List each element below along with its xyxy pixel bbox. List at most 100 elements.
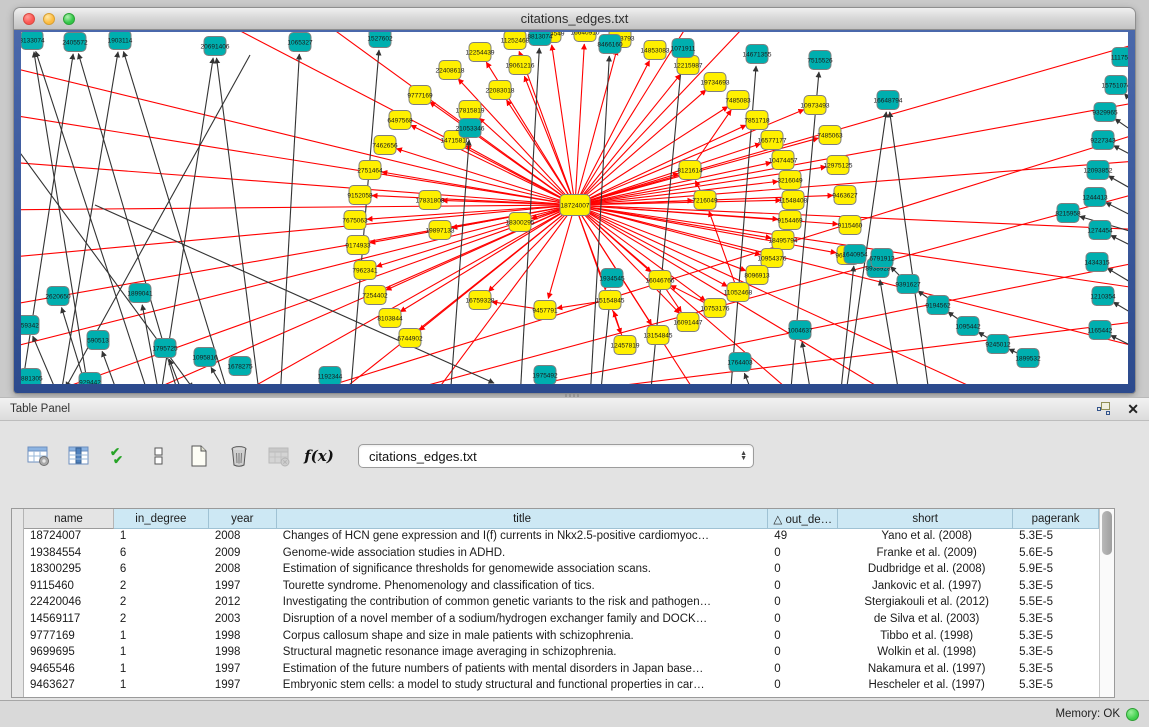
table-row[interactable]: 1830029562008Estimation of significance … xyxy=(24,562,1099,579)
table-cell-pagerank[interactable]: 5.5E-5 xyxy=(1013,595,1099,612)
delete-column-icon[interactable] xyxy=(226,443,252,469)
table-cell-year[interactable]: 1998 xyxy=(209,645,277,662)
table-cell-title[interactable]: Investigating the contribution of common… xyxy=(277,595,769,612)
table-row[interactable]: 1456911722003Disruption of a novel membe… xyxy=(24,612,1099,629)
column-header-title[interactable]: title xyxy=(277,509,769,529)
citation-network-graph[interactable]: 9777169649756874626562751464915205876750… xyxy=(21,32,1128,384)
table-cell-in_degree[interactable]: 1 xyxy=(114,645,209,662)
table-cell-short[interactable]: Wolkin et al. (1998) xyxy=(838,645,1013,662)
table-cell-title[interactable]: Disruption of a novel member of a sodium… xyxy=(277,612,769,629)
float-panel-icon[interactable] xyxy=(1097,402,1113,416)
table-row[interactable]: 911546021997Tourette syndrome. Phenomeno… xyxy=(24,579,1099,596)
table-cell-pagerank[interactable]: 5.3E-5 xyxy=(1013,529,1099,546)
table-cell-in_degree[interactable]: 1 xyxy=(114,662,209,679)
table-cell-out_degree[interactable]: 0 xyxy=(768,546,838,563)
function-builder-icon[interactable]: f(x) xyxy=(306,443,332,469)
table-cell-short[interactable]: Yano et al. (2008) xyxy=(838,529,1013,546)
delete-table-icon[interactable] xyxy=(266,443,292,469)
table-mode-icon[interactable] xyxy=(26,443,52,469)
table-cell-out_degree[interactable]: 0 xyxy=(768,662,838,679)
table-cell-short[interactable]: Dudbridge et al. (2008) xyxy=(838,562,1013,579)
table-row[interactable]: 2242004622012Investigating the contribut… xyxy=(24,595,1099,612)
table-cell-year[interactable]: 2008 xyxy=(209,529,277,546)
table-cell-out_degree[interactable]: 0 xyxy=(768,595,838,612)
table-cell-pagerank[interactable]: 5.6E-5 xyxy=(1013,546,1099,563)
table-selector-dropdown[interactable]: citations_edges.txt ▲▼ xyxy=(358,444,754,468)
close-panel-icon[interactable]: ✕ xyxy=(1127,402,1139,416)
table-cell-in_degree[interactable]: 1 xyxy=(114,629,209,646)
table-cell-title[interactable]: Estimation of the future numbers of pati… xyxy=(277,662,769,679)
table-cell-pagerank[interactable]: 5.3E-5 xyxy=(1013,645,1099,662)
clear-selection-icon[interactable] xyxy=(146,443,172,469)
table-cell-name[interactable]: 9463627 xyxy=(24,678,114,695)
table-cell-out_degree[interactable]: 0 xyxy=(768,562,838,579)
table-row[interactable]: 969969511998Structural magnetic resonanc… xyxy=(24,645,1099,662)
table-cell-name[interactable]: 18724007 xyxy=(24,529,114,546)
table-cell-short[interactable]: de Silva et al. (2003) xyxy=(838,612,1013,629)
table-cell-title[interactable]: Tourette syndrome. Phenomenology and cla… xyxy=(277,579,769,596)
table-cell-name[interactable]: 9115460 xyxy=(24,579,114,596)
column-header-year[interactable]: year xyxy=(209,509,277,529)
table-cell-title[interactable]: Structural magnetic resonance image aver… xyxy=(277,645,769,662)
table-cell-title[interactable]: Embryonic stem cells: a model to study s… xyxy=(277,678,769,695)
table-cell-in_degree[interactable]: 2 xyxy=(114,579,209,596)
table-row[interactable]: 946362711997Embryonic stem cells: a mode… xyxy=(24,678,1099,695)
table-cell-name[interactable]: 22420046 xyxy=(24,595,114,612)
table-cell-title[interactable]: Estimation of significance thresholds fo… xyxy=(277,562,769,579)
column-header-in_degree[interactable]: in_degree xyxy=(114,509,209,529)
table-cell-pagerank[interactable]: 5.9E-5 xyxy=(1013,562,1099,579)
table-cell-year[interactable]: 1997 xyxy=(209,579,277,596)
select-all-icon[interactable]: ✔✔ xyxy=(106,443,132,469)
table-cell-year[interactable]: 2012 xyxy=(209,595,277,612)
table-row[interactable]: 977716911998Corpus callosum shape and si… xyxy=(24,629,1099,646)
table-cell-out_degree[interactable]: 0 xyxy=(768,612,838,629)
table-cell-short[interactable]: Franke et al. (2009) xyxy=(838,546,1013,563)
table-cell-pagerank[interactable]: 5.3E-5 xyxy=(1013,678,1099,695)
table-cell-out_degree[interactable]: 0 xyxy=(768,579,838,596)
table-cell-short[interactable]: Tibbo et al. (1998) xyxy=(838,629,1013,646)
table-cell-out_degree[interactable]: 49 xyxy=(768,529,838,546)
show-columns-icon[interactable] xyxy=(66,443,92,469)
table-cell-pagerank[interactable]: 5.3E-5 xyxy=(1013,579,1099,596)
table-cell-name[interactable]: 9699695 xyxy=(24,645,114,662)
table-cell-out_degree[interactable]: 0 xyxy=(768,678,838,695)
table-cell-title[interactable]: Corpus callosum shape and size in male p… xyxy=(277,629,769,646)
table-cell-in_degree[interactable]: 6 xyxy=(114,546,209,563)
table-cell-name[interactable]: 9465546 xyxy=(24,662,114,679)
table-cell-in_degree[interactable]: 6 xyxy=(114,562,209,579)
table-cell-pagerank[interactable]: 5.3E-5 xyxy=(1013,662,1099,679)
table-cell-out_degree[interactable]: 0 xyxy=(768,645,838,662)
table-cell-pagerank[interactable]: 5.3E-5 xyxy=(1013,612,1099,629)
table-cell-name[interactable]: 9777169 xyxy=(24,629,114,646)
column-header-name[interactable]: name xyxy=(24,509,114,529)
table-cell-short[interactable]: Nakamura et al. (1997) xyxy=(838,662,1013,679)
network-canvas[interactable]: 9777169649756874626562751464915205876750… xyxy=(21,32,1128,384)
table-vertical-scrollbar[interactable] xyxy=(1099,509,1114,697)
table-cell-short[interactable]: Hescheler et al. (1997) xyxy=(838,678,1013,695)
table-cell-year[interactable]: 1997 xyxy=(209,678,277,695)
table-cell-year[interactable]: 1997 xyxy=(209,662,277,679)
column-header-short[interactable]: short xyxy=(838,509,1013,529)
table-cell-name[interactable]: 19384554 xyxy=(24,546,114,563)
column-header-out_degree[interactable]: △ out_de… xyxy=(768,509,838,529)
table-cell-in_degree[interactable]: 2 xyxy=(114,612,209,629)
table-cell-title[interactable]: Genome-wide association studies in ADHD. xyxy=(277,546,769,563)
table-cell-name[interactable]: 14569117 xyxy=(24,612,114,629)
table-cell-short[interactable]: Stergiakouli et al. (2012) xyxy=(838,595,1013,612)
table-cell-year[interactable]: 2009 xyxy=(209,546,277,563)
table-cell-year[interactable]: 1998 xyxy=(209,629,277,646)
table-row[interactable]: 1872400712008Changes of HCN gene express… xyxy=(24,529,1099,546)
table-cell-pagerank[interactable]: 5.3E-5 xyxy=(1013,629,1099,646)
table-cell-in_degree[interactable]: 1 xyxy=(114,678,209,695)
table-cell-year[interactable]: 2003 xyxy=(209,612,277,629)
table-cell-name[interactable]: 18300295 xyxy=(24,562,114,579)
table-cell-out_degree[interactable]: 0 xyxy=(768,629,838,646)
table-row[interactable]: 946554611997Estimation of the future num… xyxy=(24,662,1099,679)
new-column-icon[interactable] xyxy=(186,443,212,469)
table-cell-short[interactable]: Jankovic et al. (1997) xyxy=(838,579,1013,596)
table-row[interactable]: 1938455462009Genome-wide association stu… xyxy=(24,546,1099,563)
window-titlebar[interactable]: citations_edges.txt xyxy=(14,8,1135,30)
column-header-pagerank[interactable]: pagerank xyxy=(1013,509,1099,529)
table-cell-in_degree[interactable]: 1 xyxy=(114,529,209,546)
table-cell-title[interactable]: Changes of HCN gene expression and I(f) … xyxy=(277,529,769,546)
